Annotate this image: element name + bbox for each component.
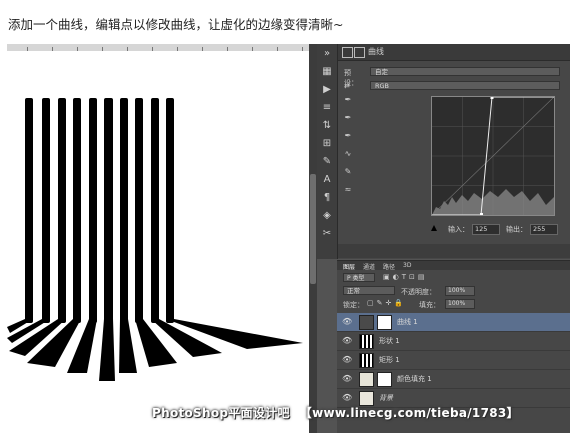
channel-select[interactable]: RGB [370,81,560,90]
layer-name: 矩形 1 [379,356,400,364]
watermark: PhotoShop平面设计吧 【www.linecg.com/tieba/1783… [152,404,519,421]
layer-name: 颜色填充 1 [397,375,432,383]
tab-layers[interactable]: 图层 [343,262,355,271]
curve-point-icon[interactable]: ∿ [342,148,354,160]
layer-row-shape[interactable]: 👁 形状 1 [337,332,570,351]
canvas-scrollbar[interactable] [309,44,317,433]
blend-row: 正常 不透明度： 100% [337,285,570,297]
layers-tabs: 图层 通道 路径 3D [337,261,570,271]
layer-row-color-fill[interactable]: 👁 颜色填充 1 [337,370,570,389]
input-slider[interactable] [431,216,553,231]
layer-thumbnail [359,334,374,349]
tab-3d[interactable]: 3D [403,262,411,269]
layer-row-curves[interactable]: 👁 曲线 1 [337,313,570,332]
tab-paths[interactable]: 路径 [383,262,395,271]
lock-icons[interactable]: ▢✎✛🔒 [367,299,406,307]
layers-icon[interactable]: ◈ [321,210,333,222]
sliders-icon[interactable]: ⇅ [321,120,333,132]
fill-label: 填充： [419,301,440,309]
properties-footer [338,244,570,258]
curves-icon [342,47,353,58]
eye-icon[interactable]: 👁 [342,355,352,364]
paragraph-icon[interactable]: ¶ [321,192,333,204]
watermark-url: 【www.linecg.com/tieba/1783】 [299,406,519,420]
layer-name: 背景 [379,394,393,402]
curve-tools: ✒ ✒ ✒ ∿ ✎ ≈ [342,84,354,204]
properties-title: 曲线 [368,47,384,56]
input-value[interactable]: 125 [472,224,500,235]
properties-panel: 曲线 预设： 自定 ⇄ RGB ✒ ✒ ✒ ∿ ✎ ≈ 输入： 125 输出： … [338,44,570,259]
output-label: 输出： [506,225,527,234]
filter-row: P 类型 ▣◐T⊡▤ [337,272,570,284]
filter-icons[interactable]: ▣◐T⊡▤ [383,273,427,281]
layer-row-rectangle[interactable]: 👁 矩形 1 [337,351,570,370]
history-icon[interactable]: ▦ [321,66,333,78]
stripes-artwork [7,98,303,381]
layer-name: 形状 1 [379,337,400,345]
eyedropper-gray-icon[interactable]: ✒ [342,112,354,124]
character-icon[interactable]: A [321,174,333,186]
input-output-row: 输入： 125 输出： 255 [448,224,564,236]
blend-mode-select[interactable]: 正常 [343,286,395,295]
lock-label: 锁定： [343,301,364,309]
output-value[interactable]: 255 [530,224,558,235]
layer-mask-thumbnail [377,315,392,330]
smooth-icon[interactable]: ≈ [342,184,354,196]
eye-icon[interactable]: 👁 [342,374,352,383]
curves-graph-svg [431,96,555,216]
preset-select[interactable]: 自定 [370,67,560,76]
caption-text: 添加一个曲线，编辑点以修改曲线，让虚化的边缘变得清晰~ [8,17,344,32]
curves-graph[interactable] [431,96,555,216]
eye-icon[interactable]: 👁 [342,336,352,345]
curves-icon [359,315,374,330]
eyedropper-white-icon[interactable]: ✒ [342,130,354,142]
adjust-icon[interactable]: ≡ [321,102,333,114]
watermark-brand: PhotoShop平面设计吧 [152,406,290,420]
photoshop-window: » ▦ ▶ ≡ ⇅ ⊞ ✎ A ¶ ◈ ✂ 曲线 预设： 自定 ⇄ RGB ✒ … [7,44,570,433]
scrollbar-thumb[interactable] [310,174,316,284]
lock-row: 锁定： ▢✎✛🔒 填充： 100% [337,298,570,310]
layer-thumbnail [359,353,374,368]
properties-icon[interactable]: ⊞ [321,138,333,150]
layer-thumbnail [359,372,374,387]
play-icon[interactable]: ▶ [321,84,333,96]
opacity-input[interactable]: 100% [445,286,475,296]
input-label: 输入： [448,225,469,234]
layer-mask-thumbnail [377,372,392,387]
collapse-icon[interactable]: » [321,48,333,60]
pencil-icon[interactable]: ✎ [342,166,354,178]
layer-name: 曲线 1 [397,318,418,326]
fill-input[interactable]: 100% [445,299,475,309]
filter-kind-select[interactable]: P 类型 [343,273,375,282]
properties-header: 曲线 [338,44,570,61]
channels-icon[interactable]: ✂ [321,228,333,240]
tab-channels[interactable]: 通道 [363,262,375,271]
mask-icon[interactable] [354,47,365,58]
panel-tool-strip: » ▦ ▶ ≡ ⇅ ⊞ ✎ A ¶ ◈ ✂ [317,44,338,259]
eye-icon[interactable]: 👁 [342,317,352,326]
opacity-label: 不透明度： [401,288,436,296]
brush-icon[interactable]: ✎ [321,156,333,168]
eyedropper-black-icon[interactable]: ✒ [342,94,354,106]
eye-icon[interactable]: 👁 [342,393,352,402]
document-canvas[interactable] [7,51,309,433]
